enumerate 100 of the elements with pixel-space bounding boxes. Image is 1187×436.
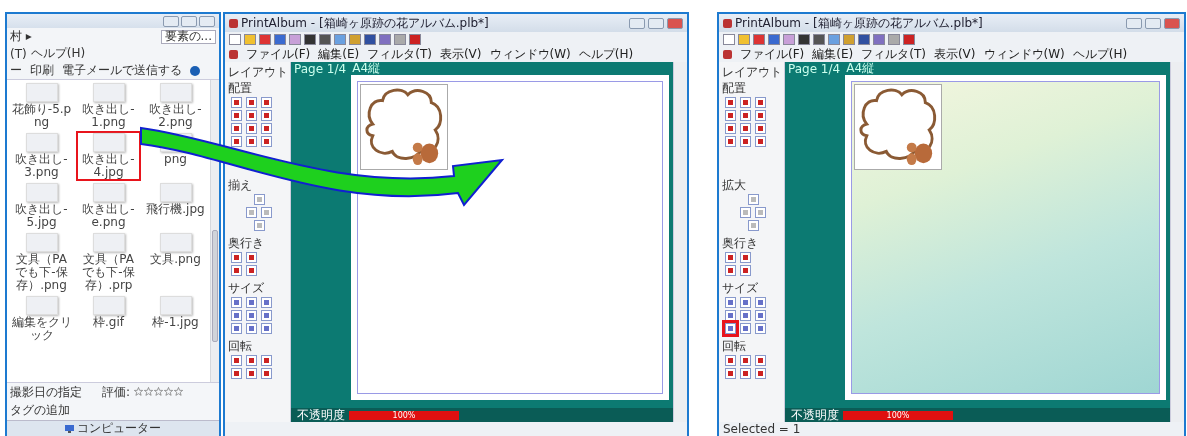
layout-tool-icon[interactable] bbox=[740, 207, 751, 218]
address-bar[interactable]: 村 ▸ bbox=[10, 28, 157, 45]
layout-tool-icon[interactable] bbox=[755, 97, 766, 108]
layout-tool-icon[interactable] bbox=[246, 368, 257, 379]
layout-tool-icon[interactable] bbox=[755, 136, 766, 147]
menu-item[interactable]: フィルタ(T) bbox=[861, 46, 926, 63]
layout-tool-icon[interactable] bbox=[246, 323, 257, 334]
close-button[interactable] bbox=[1164, 17, 1180, 29]
file-item[interactable]: 吹き出し-1.png bbox=[76, 81, 141, 131]
file-item[interactable]: 吹き出し-5.jpg bbox=[9, 181, 74, 231]
layout-tool-icon[interactable] bbox=[231, 355, 242, 366]
toolbar-icon[interactable] bbox=[304, 34, 316, 45]
maximize-button[interactable] bbox=[648, 17, 664, 29]
layout-tool-icon[interactable] bbox=[261, 97, 272, 108]
layout-tool-icon[interactable] bbox=[246, 110, 257, 121]
layout-tool-icon[interactable] bbox=[253, 194, 265, 205]
file-item[interactable]: 吹き出し-3.png bbox=[9, 131, 74, 181]
scrollbar[interactable] bbox=[673, 62, 687, 422]
layout-tool-icon[interactable] bbox=[261, 310, 272, 321]
speech-bubble-image[interactable] bbox=[360, 84, 448, 170]
layout-tool-icon[interactable] bbox=[740, 355, 751, 366]
toolbar-icon[interactable] bbox=[723, 34, 735, 45]
layout-tool-icon[interactable] bbox=[231, 252, 242, 263]
file-item[interactable]: 吹き出し-4.jpg bbox=[76, 131, 141, 181]
maximize-button[interactable] bbox=[1145, 17, 1161, 29]
layout-tool-icon[interactable] bbox=[755, 123, 766, 134]
file-item[interactable]: 編集をクリック bbox=[9, 294, 74, 344]
menu-item[interactable]: ファイル(F) bbox=[740, 46, 805, 63]
help-icon[interactable] bbox=[190, 65, 200, 76]
layout-tool-icon[interactable] bbox=[231, 310, 242, 321]
minimize-button[interactable] bbox=[629, 17, 645, 29]
layout-tool-icon[interactable] bbox=[725, 297, 736, 308]
menu-item[interactable]: 表示(V) bbox=[439, 46, 482, 63]
layout-tool-icon[interactable] bbox=[231, 136, 242, 147]
layout-tool-icon[interactable] bbox=[740, 136, 751, 147]
layout-tool-icon[interactable] bbox=[740, 323, 751, 334]
opacity-bar[interactable]: 100% bbox=[349, 410, 459, 420]
layout-tool-icon[interactable] bbox=[747, 220, 759, 231]
layout-tool-icon[interactable] bbox=[725, 110, 736, 121]
layout-tool-icon[interactable] bbox=[740, 310, 751, 321]
file-item[interactable]: 枠.gif bbox=[76, 294, 141, 344]
layout-tool-icon[interactable] bbox=[231, 368, 242, 379]
layout-tool-icon[interactable] bbox=[246, 310, 257, 321]
page-tab[interactable]: Page 1/4 bbox=[294, 61, 347, 76]
menu-item[interactable]: 表示(V) bbox=[933, 46, 976, 63]
layout-tool-icon[interactable] bbox=[725, 310, 736, 321]
page-tab[interactable]: Page 1/4 bbox=[788, 61, 841, 76]
file-item[interactable]: 吹き出し-2.png bbox=[143, 81, 208, 131]
layout-tool-icon[interactable] bbox=[725, 368, 736, 379]
menu-item[interactable]: 編集(E) bbox=[812, 46, 854, 63]
layout-tool-icon[interactable] bbox=[246, 97, 257, 108]
menu-item[interactable]: フィルタ(T) bbox=[367, 46, 432, 63]
layout-tool-icon[interactable] bbox=[261, 355, 272, 366]
file-item[interactable]: 枠-1.jpg bbox=[143, 294, 208, 344]
layout-tool-icon[interactable] bbox=[755, 310, 766, 321]
layout-tool-icon[interactable] bbox=[725, 123, 736, 134]
layout-tool-icon[interactable] bbox=[755, 297, 766, 308]
layout-tool-icon[interactable] bbox=[725, 97, 736, 108]
layout-tool-icon[interactable] bbox=[231, 265, 242, 276]
layout-tool-icon[interactable] bbox=[725, 136, 736, 147]
close-button[interactable] bbox=[667, 17, 683, 29]
page-tab[interactable]: A4縦 bbox=[846, 60, 875, 77]
page-tab[interactable]: A4縦 bbox=[352, 60, 381, 77]
layout-tool-icon[interactable] bbox=[740, 297, 751, 308]
menu-item[interactable]: ヘルプ(H) bbox=[30, 45, 86, 62]
layout-tool-icon[interactable] bbox=[261, 368, 272, 379]
layout-tool-icon[interactable] bbox=[725, 252, 736, 263]
menu-item[interactable]: ウィンドウ(W) bbox=[983, 46, 1065, 63]
scrollbar[interactable] bbox=[210, 80, 219, 382]
layout-tool-icon[interactable] bbox=[261, 207, 272, 218]
layout-tool-icon[interactable] bbox=[261, 323, 272, 334]
file-item[interactable]: 文具（PAでも下-保存）.png bbox=[9, 231, 74, 294]
star-rating[interactable] bbox=[134, 387, 184, 396]
layout-tool-icon[interactable] bbox=[246, 297, 257, 308]
layout-tool-icon[interactable] bbox=[246, 355, 257, 366]
layout-tool-icon[interactable] bbox=[740, 368, 751, 379]
layout-tool-icon[interactable] bbox=[725, 355, 736, 366]
layout-tool-icon[interactable] bbox=[755, 355, 766, 366]
layout-tool-icon[interactable] bbox=[246, 136, 257, 147]
layout-tool-icon[interactable] bbox=[231, 97, 242, 108]
layout-tool-icon[interactable] bbox=[755, 323, 766, 334]
scrollbar[interactable] bbox=[1170, 62, 1184, 422]
maximize-button[interactable] bbox=[181, 15, 197, 27]
search-field[interactable]: 要素の... bbox=[160, 29, 216, 44]
layout-tool-icon[interactable] bbox=[740, 110, 751, 121]
opacity-bar[interactable]: 100% bbox=[843, 410, 953, 420]
layout-tool-icon[interactable] bbox=[231, 123, 242, 134]
toolbar-item[interactable]: 電子メールで送信する bbox=[62, 62, 182, 79]
layout-tool-icon[interactable] bbox=[747, 194, 759, 205]
file-item[interactable]: 文具（PAでも下-保存）.prp bbox=[76, 231, 141, 294]
layout-tool-icon[interactable] bbox=[261, 136, 272, 147]
layout-tool-icon[interactable] bbox=[755, 207, 766, 218]
layout-tool-icon[interactable] bbox=[261, 297, 272, 308]
layout-tool-icon[interactable] bbox=[755, 110, 766, 121]
layout-tool-icon[interactable] bbox=[740, 97, 751, 108]
menu-item[interactable]: ファイル(F) bbox=[246, 46, 311, 63]
layout-tool-icon[interactable] bbox=[246, 207, 257, 218]
details-link[interactable]: タグの追加 bbox=[10, 402, 82, 419]
layout-tool-icon[interactable] bbox=[725, 265, 736, 276]
layout-tool-icon[interactable] bbox=[261, 123, 272, 134]
